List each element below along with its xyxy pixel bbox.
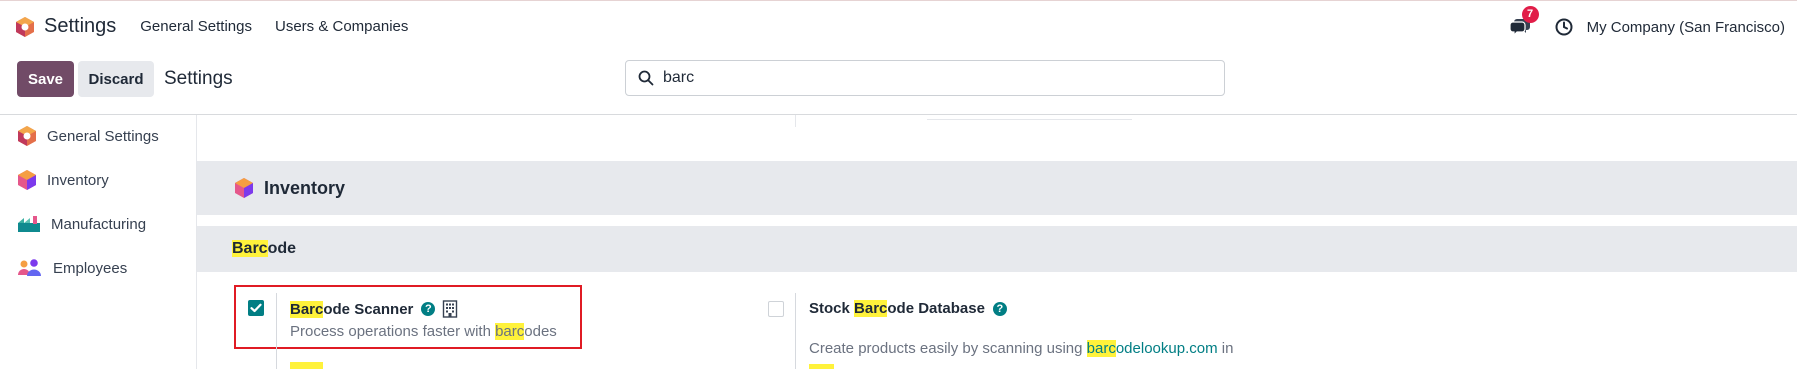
control-panel: Save Discard Settings xyxy=(0,52,1797,115)
barcode-scanner-title: Barc ode Scanner ? xyxy=(290,300,458,318)
inventory-icon xyxy=(235,178,253,198)
divider xyxy=(795,293,796,369)
top-navbar: Settings General Settings Users & Compan… xyxy=(0,0,1797,52)
employees-icon xyxy=(18,259,41,276)
company-switcher[interactable]: My Company (San Francisco) xyxy=(1587,19,1785,36)
search-input[interactable] xyxy=(663,69,1203,87)
search-icon xyxy=(638,70,654,86)
divider xyxy=(927,119,1132,120)
subsection-title: Barcode xyxy=(232,240,297,257)
sidebar-item-label: General Settings xyxy=(47,127,159,145)
divider xyxy=(276,293,277,369)
sidebar-item-manufacturing[interactable]: Manufacturing xyxy=(17,210,146,238)
stock-barcode-database-description: Create products easily by scanning using… xyxy=(809,340,1234,357)
discard-button[interactable]: Discard xyxy=(78,61,154,97)
clock-icon[interactable] xyxy=(1555,18,1573,36)
odoo-settings-icon xyxy=(18,126,36,146)
app-title: Settings xyxy=(44,15,117,37)
inventory-icon xyxy=(18,170,36,190)
check-icon xyxy=(250,303,262,313)
search-box[interactable] xyxy=(625,60,1225,96)
app-brand[interactable]: Settings xyxy=(15,15,116,38)
save-button[interactable]: Save xyxy=(17,61,74,97)
clipped-next-setting xyxy=(290,362,540,369)
help-icon[interactable]: ? xyxy=(992,301,1007,316)
divider xyxy=(795,115,796,127)
notification-badge: 7 xyxy=(1521,6,1539,23)
sidebar-item-general-settings[interactable]: General Settings xyxy=(17,122,159,150)
section-header-inventory: Inventory xyxy=(197,161,1797,215)
help-icon[interactable]: ? xyxy=(421,302,436,316)
sidebar-item-employees[interactable]: Employees xyxy=(17,254,127,282)
settings-sidebar: General Settings Inventory Manufacturing… xyxy=(0,115,197,369)
stock-barcode-database-checkbox[interactable] xyxy=(768,301,784,317)
clipped-description-line xyxy=(809,364,849,369)
odoo-settings-icon xyxy=(16,16,34,37)
sidebar-item-label: Manufacturing xyxy=(51,215,147,233)
barcode-scanner-description: Process operations faster with barcodes xyxy=(290,323,557,340)
barcode-scanner-checkbox[interactable] xyxy=(248,300,264,316)
barcodelookup-link[interactable]: barcodelookup.com xyxy=(1086,340,1218,357)
sidebar-item-label: Employees xyxy=(53,259,128,277)
menu-users-companies[interactable]: Users & Companies xyxy=(275,18,408,35)
messages-button[interactable]: 7 xyxy=(1508,6,1539,38)
settings-content: Inventory Barcode Barc ode Scanner ? Proc… xyxy=(197,115,1797,369)
sidebar-item-label: Inventory xyxy=(47,171,109,189)
sidebar-item-inventory[interactable]: Inventory xyxy=(17,166,109,194)
company-building-icon xyxy=(443,300,458,318)
top-menu: General Settings Users & Companies xyxy=(140,18,431,35)
page-title: Settings xyxy=(164,68,233,89)
stock-barcode-database-title: Stock Barc ode Database ? xyxy=(809,300,1007,317)
systray: 7 My Company (San Francisco) xyxy=(1508,1,1785,53)
subsection-header-barcode: Barcode xyxy=(197,226,1797,272)
section-title: Inventory xyxy=(264,177,346,198)
manufacturing-icon xyxy=(18,216,40,232)
menu-general-settings[interactable]: General Settings xyxy=(140,18,252,35)
